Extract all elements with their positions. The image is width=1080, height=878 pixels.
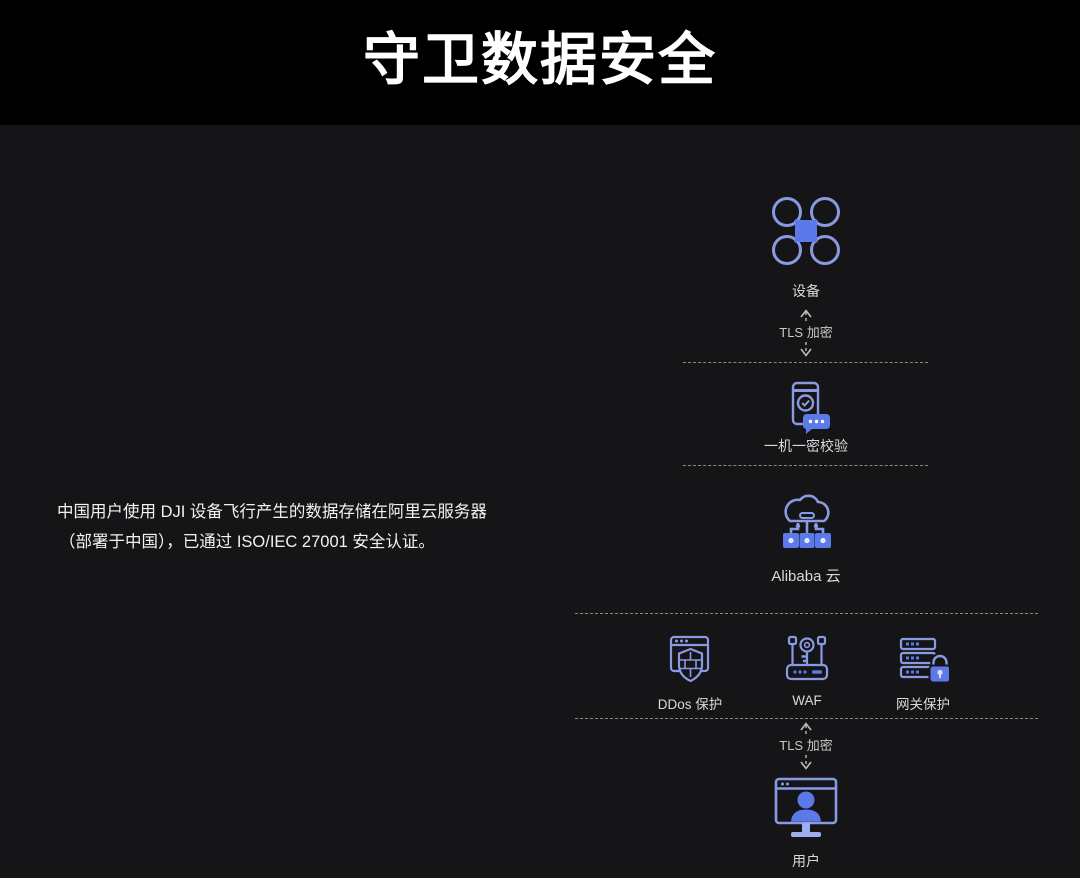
content-panel: 中国用户使用 DJI 设备飞行产生的数据存储在阿里云服务器 （部署于中国），已通… bbox=[0, 125, 1080, 878]
protection-ddos: DDos 保护 bbox=[630, 633, 750, 713]
gateway-label: 网关保护 bbox=[896, 693, 950, 713]
cloud-node-label: Alibaba 云 bbox=[656, 565, 956, 586]
tls-bottom-label: TLS 加密 bbox=[779, 738, 832, 754]
tls-link-bottom: TLS 加密 bbox=[656, 721, 956, 771]
cloud-servers-icon bbox=[770, 485, 842, 557]
server-lock-icon bbox=[897, 633, 949, 685]
description-line-1: 中国用户使用 DJI 设备飞行产生的数据存储在阿里云服务器 bbox=[57, 497, 527, 527]
section-header: 守卫数据安全 bbox=[0, 0, 1080, 125]
protection-gateway: 网关保护 bbox=[863, 633, 983, 713]
tls-link-top: TLS 加密 bbox=[656, 308, 956, 358]
separator-line-wide-top bbox=[575, 613, 1038, 614]
arrow-up-dashed-icon bbox=[798, 308, 814, 324]
user-node-label: 用户 bbox=[656, 851, 956, 871]
waf-label: WAF bbox=[792, 693, 822, 708]
description-text: 中国用户使用 DJI 设备飞行产生的数据存储在阿里云服务器 （部署于中国），已通… bbox=[57, 497, 527, 557]
data-security-section: 守卫数据安全 中国用户使用 DJI 设备飞行产生的数据存储在阿里云服务器 （部署… bbox=[0, 0, 1080, 878]
drone-icon bbox=[770, 195, 842, 267]
device-node-label: 设备 bbox=[656, 281, 956, 301]
protection-waf: WAF bbox=[747, 633, 867, 708]
waf-key-appliance-icon bbox=[781, 633, 833, 685]
ddos-label: DDos 保护 bbox=[658, 693, 723, 713]
separator-line-2 bbox=[683, 465, 928, 466]
separator-line-1 bbox=[683, 362, 928, 363]
monitor-user-icon bbox=[770, 777, 842, 841]
firewall-shield-icon bbox=[664, 633, 716, 685]
arrow-up-dashed-icon bbox=[798, 721, 814, 737]
verification-node-label: 一机一密校验 bbox=[656, 436, 956, 456]
separator-line-wide-bottom bbox=[575, 718, 1038, 719]
controller-check-bubble-icon bbox=[779, 381, 833, 437]
description-line-2: （部署于中国），已通过 ISO/IEC 27001 安全认证。 bbox=[57, 527, 527, 557]
tls-top-label: TLS 加密 bbox=[779, 325, 832, 341]
arrow-down-dashed-icon bbox=[798, 755, 814, 771]
arrow-down-dashed-icon bbox=[798, 342, 814, 358]
page-title: 守卫数据安全 bbox=[363, 14, 717, 96]
